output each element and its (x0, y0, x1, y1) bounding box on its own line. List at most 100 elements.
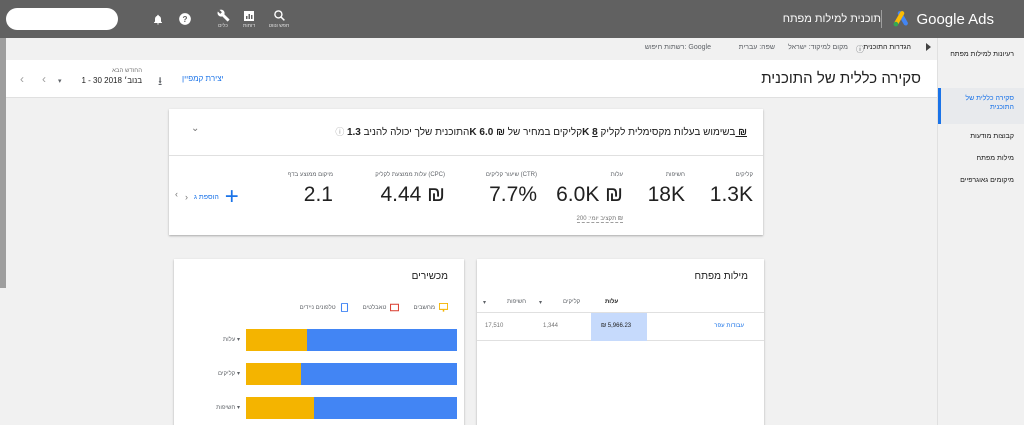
plan-summary-card: ⓘ התוכנית שלך יכולה להניב 1.3K קליקים במ… (169, 109, 763, 235)
metric-label: מיקום ממוצע בדף (287, 172, 333, 178)
next-arrow-icon[interactable]: ‹ (42, 72, 46, 86)
chevron-right-icon[interactable]: › (185, 192, 188, 202)
expand-arrow-icon[interactable] (926, 43, 931, 51)
sidebar-item-keyword-ideas[interactable]: רעיונות למילות מפתח (944, 50, 1014, 59)
legend-label: טאבלטים (362, 304, 387, 311)
bell-icon (154, 14, 162, 24)
location-setting[interactable]: מקום למיקוד: ישראל (788, 44, 848, 51)
sidebar-item-ad-groups[interactable]: קבוצות מודעות (944, 132, 1014, 141)
tools-icon (217, 9, 229, 22)
add-metric-label: הוספת ג (194, 193, 219, 201)
clicks-cell: 1,344 (543, 323, 559, 329)
bar-segment-computer (246, 329, 308, 351)
divider (169, 155, 763, 156)
forecast-statement: ⓘ התוכנית שלך יכולה להניב 1.3K קליקים במ… (335, 125, 747, 138)
col-header-impressions[interactable]: חשיפות (507, 299, 526, 305)
device-bar[interactable] (246, 397, 457, 419)
bar-label-dropdown[interactable]: עלות ▾ (194, 336, 240, 343)
date-dropdown-icon[interactable]: ▾ (58, 77, 62, 85)
metric-cpc: עלות ממוצעת לקליק (CPC) 4.44 ₪ (375, 172, 445, 207)
sort-icon[interactable]: ▾ (483, 299, 486, 306)
legend-label: מחשבים (413, 304, 435, 311)
legend-mobile: טלפונים ניידים (300, 303, 349, 312)
page-title: סקירה כללית של התוכנית (761, 70, 921, 87)
app-name: Google Ads (916, 10, 994, 28)
top-app-bar: ? כלים דוחות חפש ונווט תוכנית למילות מפת… (0, 0, 1024, 38)
page-header: סקירה כללית של התוכנית יצירת קמפיין ⭳ הח… (6, 60, 937, 98)
keywords-title: מילות מפתח (694, 271, 748, 282)
metric-label: חשיפות (665, 172, 685, 178)
devices-legend: טלפונים ניידים טאבלטים מחשבים (286, 303, 448, 312)
statement-mid2: בשימוש בעלות מקסימלית לקליק (600, 127, 736, 138)
metric-label: עלות ממוצעת לקליק (CPC) (375, 172, 445, 178)
chevron-down-icon[interactable]: ⌄ (191, 123, 199, 134)
plan-title: תוכנית למילות מפתח (782, 13, 881, 25)
left-nav: רעיונות למילות מפתח סקירה כללית של התוכנ… (937, 38, 1024, 425)
metric-cost: עלות 6.0K ₪ תקציב יומי: 200 ₪ (556, 172, 623, 225)
col-header-clicks[interactable]: קליקים (563, 299, 580, 305)
sidebar-item-keywords[interactable]: מילות מפתח (944, 154, 1014, 163)
impressions-cell: 17,510 (485, 323, 504, 329)
chevron-left-icon[interactable]: ‹ (175, 189, 178, 199)
brand-divider (881, 10, 883, 28)
reports-button[interactable]: דוחות (238, 0, 260, 38)
google-ads-logo-icon (894, 11, 909, 27)
metric-label: שיעור קליקים (CTR) (485, 172, 537, 178)
search-button[interactable]: חפש ונווט (266, 0, 292, 38)
bar-label-dropdown[interactable]: קליקים ▾ (194, 370, 240, 377)
help-icon: ? (179, 13, 191, 25)
metric-avg-position: מיקום ממוצע בדף 2.1 (288, 172, 333, 207)
date-range-value: 1 - 30 בנוב׳ 2018 (81, 76, 142, 85)
add-metric-button[interactable]: › הוספת ג + (185, 183, 239, 210)
metric-impressions: חשיפות 18K (648, 172, 685, 207)
keyword-link[interactable]: עבודות עפר (714, 323, 744, 329)
network-setting[interactable]: רשתות חיפוש: Google (645, 44, 711, 51)
metric-value: 18K (647, 183, 685, 206)
sidebar-item-locations[interactable]: מיקומים גאוגרפיים (944, 176, 1014, 185)
metric-ctr: שיעור קליקים (CTR) 7.7% (486, 172, 537, 207)
statement-mid1: קליקים במחיר של (507, 127, 583, 138)
sort-icon[interactable]: ▾ (539, 299, 542, 306)
daily-budget-link[interactable]: תקציב יומי: 200 ₪ (576, 216, 623, 223)
download-icon[interactable]: ⭳ (158, 72, 162, 93)
create-campaign-button[interactable]: יצירת קמפיין (182, 74, 224, 83)
plus-icon: + (224, 183, 239, 210)
devices-title: מכשירים (411, 271, 448, 282)
bar-segment-mobile (300, 363, 457, 385)
search-label: חפש ונווט (268, 23, 290, 29)
metric-value: 6.0K ₪ (556, 183, 623, 206)
info-icon: ⓘ (856, 45, 864, 54)
tablet-icon (390, 303, 400, 312)
metric-label: עלות (610, 172, 623, 178)
prev-arrow-icon[interactable]: ‹ (20, 72, 24, 86)
bar-segment-computer (246, 363, 301, 385)
metric-value: 4.44 ₪ (380, 183, 445, 206)
help-button[interactable]: ? (176, 0, 194, 38)
mobile-icon (340, 303, 348, 312)
sidebar-item-plan-overview[interactable]: סקירה כללית של התוכנית (944, 94, 1014, 112)
bar-segment-mobile (307, 329, 457, 351)
device-bar[interactable] (246, 329, 457, 351)
legend-tablet: טאבלטים (363, 303, 400, 312)
date-range-picker[interactable]: החודש הבא 1 - 30 בנוב׳ 2018 (62, 68, 142, 85)
search-icon (273, 10, 285, 21)
legend-computer: מחשבים (413, 303, 448, 312)
bar-label-dropdown[interactable]: חשיפות ▾ (194, 404, 240, 411)
brand[interactable]: Google Ads (871, 0, 994, 38)
keywords-card: מילות מפתח עלות ▾ קליקים ▾ חשיפות עבודות… (477, 259, 764, 425)
keywords-table-header: עלות ▾ קליקים ▾ חשיפות (477, 291, 764, 313)
statement-pre: התוכנית שלך יכולה להניב (363, 127, 470, 138)
legend-label: טלפונים ניידים (299, 304, 336, 311)
device-bar[interactable] (246, 363, 457, 385)
help-circle-icon[interactable]: ⓘ (335, 127, 347, 137)
tools-button[interactable]: כלים (212, 0, 234, 38)
date-range-label: החודש הבא (112, 68, 142, 74)
plan-settings-link[interactable]: הגדרות התוכנית (863, 44, 911, 51)
cost-cell: ₪ 5,966.23 (601, 323, 632, 329)
table-row[interactable]: עבודות עפר ₪ 5,966.23 1,344 17,510 (477, 313, 764, 341)
language-setting[interactable]: שפה: עברית (739, 44, 775, 51)
notifications-button[interactable] (150, 0, 166, 38)
metric-label: קליקים (735, 172, 753, 178)
col-header-cost[interactable]: עלות (605, 299, 618, 305)
metric-value: 1.3K (709, 183, 753, 206)
